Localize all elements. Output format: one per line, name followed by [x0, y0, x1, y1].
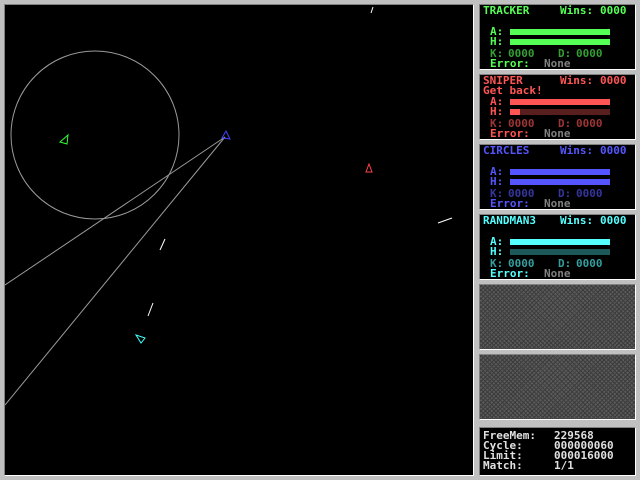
error-label: Error:: [490, 267, 530, 280]
stats-panel: FreeMem: 229568 Cycle: 000000060 Limit: …: [479, 427, 636, 476]
wins-value: 0000: [600, 214, 627, 227]
robot-panel-tracker: TRACKER Wins: 0000 A: H: K: 0000 D: 0000…: [479, 4, 636, 70]
missile: [437, 217, 453, 224]
wins-label: Wins:: [560, 144, 594, 157]
armor-fill: [510, 99, 610, 105]
missile: [159, 238, 166, 251]
error-label: Error:: [490, 197, 530, 210]
heat-fill: [510, 109, 520, 115]
robot-panel-sniper: SNIPER Wins: 0000 Get back! A: H: K: 000…: [479, 74, 636, 140]
wins-label: Wins:: [560, 214, 594, 227]
match-label: Match:: [483, 459, 523, 472]
heat-label: H:: [490, 245, 504, 258]
scan-arc-line: [5, 136, 226, 286]
robot-name: TRACKER: [483, 4, 530, 17]
wins-value: 0000: [600, 4, 627, 17]
deaths-value: 0000: [576, 187, 603, 200]
scan-circle: [10, 50, 180, 220]
armor-fill: [510, 169, 610, 175]
sniper-robot: [365, 162, 373, 173]
deaths-value: 0000: [576, 117, 603, 130]
empty-robot-slot: [479, 354, 636, 420]
wins-label: Wins:: [560, 4, 594, 17]
tracker-robot: [58, 133, 69, 145]
empty-robot-slot: [479, 284, 636, 350]
armor-fill: [510, 239, 610, 245]
error-value: None: [544, 127, 571, 140]
robot-name: RANDMAN3: [483, 214, 536, 227]
armor-fill: [510, 29, 610, 35]
match-value: 1/1: [554, 459, 574, 472]
scan-arc-line: [5, 136, 226, 406]
error-value: None: [544, 57, 571, 70]
armor-bar: [510, 99, 610, 105]
heat-fill: [510, 39, 610, 45]
robot-panel-circles: CIRCLES Wins: 0000 A: H: K: 0000 D: 0000…: [479, 144, 636, 210]
heat-fill: [510, 179, 610, 185]
wins-value: 0000: [600, 144, 627, 157]
missile: [370, 6, 374, 14]
error-value: None: [544, 267, 571, 280]
armor-bar: [510, 239, 610, 245]
heat-label: H:: [490, 35, 504, 48]
heat-bar: [510, 39, 610, 45]
arena-canvas: [5, 6, 453, 406]
circles-robot: [221, 129, 231, 140]
battle-arena: [4, 4, 474, 476]
deaths-value: 0000: [576, 257, 603, 270]
heat-bar: [510, 109, 610, 115]
deaths-value: 0000: [576, 47, 603, 60]
robot-name: CIRCLES: [483, 144, 530, 157]
armor-bar: [510, 29, 610, 35]
robot-panel-randman3: RANDMAN3 Wins: 0000 A: H: K: 0000 D: 000…: [479, 214, 636, 280]
heat-bar: [510, 179, 610, 185]
randman3-robot: [134, 334, 146, 344]
missile: [147, 302, 154, 317]
error-label: Error:: [490, 57, 530, 70]
armor-bar: [510, 169, 610, 175]
wins-label: Wins:: [560, 74, 594, 87]
wins-value: 0000: [600, 74, 627, 87]
error-value: None: [544, 197, 571, 210]
heat-bar: [510, 249, 610, 255]
heat-label: H:: [490, 105, 504, 118]
error-label: Error:: [490, 127, 530, 140]
heat-label: H:: [490, 175, 504, 188]
